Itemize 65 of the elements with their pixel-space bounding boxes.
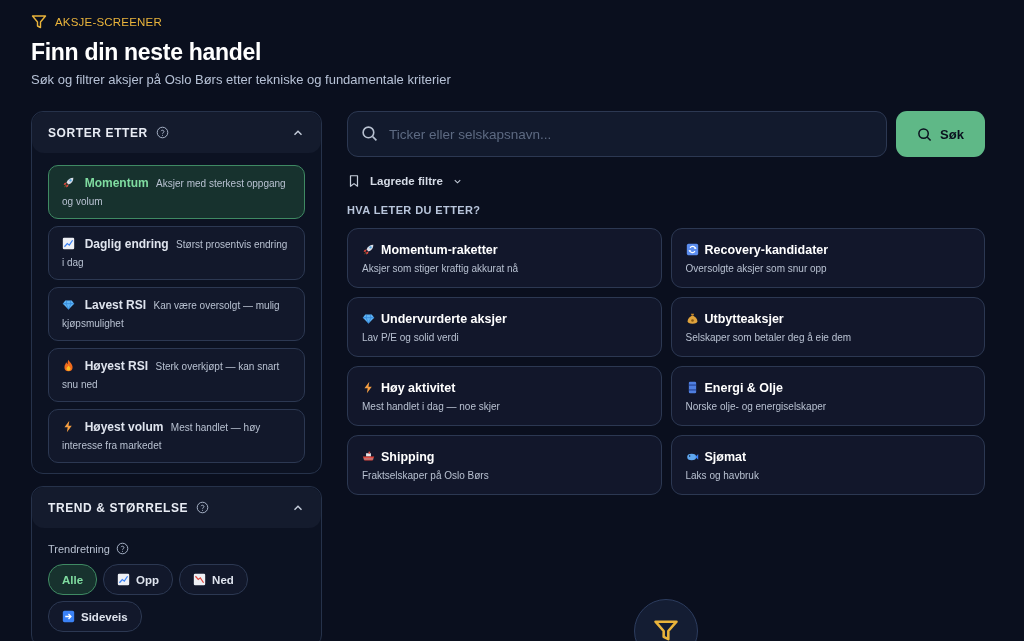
card-description: Fraktselskaper på Oslo Børs xyxy=(362,469,490,481)
panel-title: SORTER ETTER xyxy=(48,125,148,140)
card-description: Selskaper som betaler deg å eie dem xyxy=(685,331,853,343)
search-icon xyxy=(361,125,378,142)
eyebrow-label: AKSJE-SCREENER xyxy=(55,16,162,28)
right-arrow-icon xyxy=(62,610,75,623)
preset-card[interactable]: Recovery-kandidater Oversolgte aksjer som snur opp xyxy=(670,228,985,288)
gem-icon xyxy=(62,298,75,311)
search-field[interactable]: Ticker eller selskapsnavn... xyxy=(347,111,887,157)
card-title: Utbytteaksjer xyxy=(704,311,784,326)
preset-card[interactable]: Shipping Fraktselskaper på Oslo Børs xyxy=(347,435,662,495)
panel-title: TREND & STØRRELSE xyxy=(48,500,189,515)
page-title: Finn din neste handel xyxy=(31,39,263,66)
card-title: Recovery-kandidater xyxy=(704,242,829,257)
chart-up-icon xyxy=(117,573,131,586)
trend-chip[interactable]: Ned xyxy=(179,564,248,595)
card-title: Sjømat xyxy=(704,449,747,464)
sort-option[interactable]: Høyest RSI Sterk overkjøpt — kan snart snu ned xyxy=(48,348,305,402)
sort-option[interactable]: Høyest volum Mest handlet — høy interesse fra markedet xyxy=(48,409,305,463)
flame-icon xyxy=(62,359,75,372)
card-title: Shipping xyxy=(381,449,435,464)
panel-header[interactable]: SORTER ETTER xyxy=(32,112,321,153)
trend-chip[interactable]: Alle xyxy=(48,564,98,595)
page-subtitle: Søk og filtrer aksjer på Oslo Børs etter tekniske og fundamentale kriterier xyxy=(31,72,452,87)
rocket-icon xyxy=(362,243,375,256)
card-title: Undervurderte aksjer xyxy=(381,311,507,326)
card-description: Laks og havbruk xyxy=(685,469,760,481)
chart-up-icon xyxy=(62,237,75,250)
preset-card[interactable]: Momentum-raketter Aksjer som stiger kraftig akkurat nå xyxy=(347,228,662,288)
search-button[interactable]: Søk xyxy=(896,111,985,157)
preset-card[interactable]: Utbytteaksjer Selskaper som betaler deg å eie dem xyxy=(670,297,985,357)
help-icon[interactable] xyxy=(155,126,169,139)
money-bag-icon xyxy=(685,312,699,325)
panel-header[interactable]: TREND & STØRRELSE xyxy=(32,487,321,528)
card-description: Oversolgte aksjer som snur opp xyxy=(685,262,828,274)
trend-chip[interactable]: Sideveis xyxy=(48,601,142,632)
card-description: Aksjer som stiger kraftig akkurat nå xyxy=(362,262,520,274)
filter-icon xyxy=(31,14,47,30)
card-description: Mest handlet i dag — noe skjer xyxy=(362,400,501,412)
help-icon[interactable] xyxy=(115,542,129,555)
card-title: Høy aktivitet xyxy=(381,380,456,395)
filter-icon xyxy=(652,617,680,641)
card-title: Momentum-raketter xyxy=(381,242,498,257)
sort-option[interactable]: Momentum Aksjer med sterkest oppgang og volum xyxy=(48,165,305,219)
rocket-icon xyxy=(62,176,75,189)
saved-filters-dropdown[interactable]: Lagrede filtre xyxy=(347,174,463,188)
help-icon[interactable] xyxy=(196,501,210,514)
gem-icon xyxy=(362,312,375,325)
card-description: Norske olje- og energiselskaper xyxy=(685,400,828,412)
card-title: Energi & Olje xyxy=(704,380,783,395)
sort-option[interactable]: Daglig endring Størst prosentvis endring i dag xyxy=(48,226,305,280)
card-description: Lav P/E og solid verdi xyxy=(362,331,460,343)
sort-option[interactable]: Lavest RSI Kan være oversolgt — mulig kjøpsmulighet xyxy=(48,287,305,341)
cycle-arrows-icon xyxy=(685,243,699,256)
bookmark-icon xyxy=(347,174,361,188)
preset-card[interactable]: Energi & Olje Norske olje- og energiselskaper xyxy=(670,366,985,426)
ship-icon xyxy=(362,450,375,463)
trend-chip[interactable]: Opp xyxy=(103,564,174,595)
preset-card[interactable]: Høy aktivitet Mest handlet i dag — noe skjer xyxy=(347,366,662,426)
preset-card[interactable]: Sjømat Laks og havbruk xyxy=(670,435,985,495)
section-heading: HVA LETER DU ETTER? xyxy=(347,204,482,216)
chart-down-icon xyxy=(193,573,207,586)
preset-card[interactable]: Undervurderte aksjer Lav P/E og solid verdi xyxy=(347,297,662,357)
field-label: Trendretning xyxy=(48,542,110,555)
search-icon xyxy=(917,126,933,142)
